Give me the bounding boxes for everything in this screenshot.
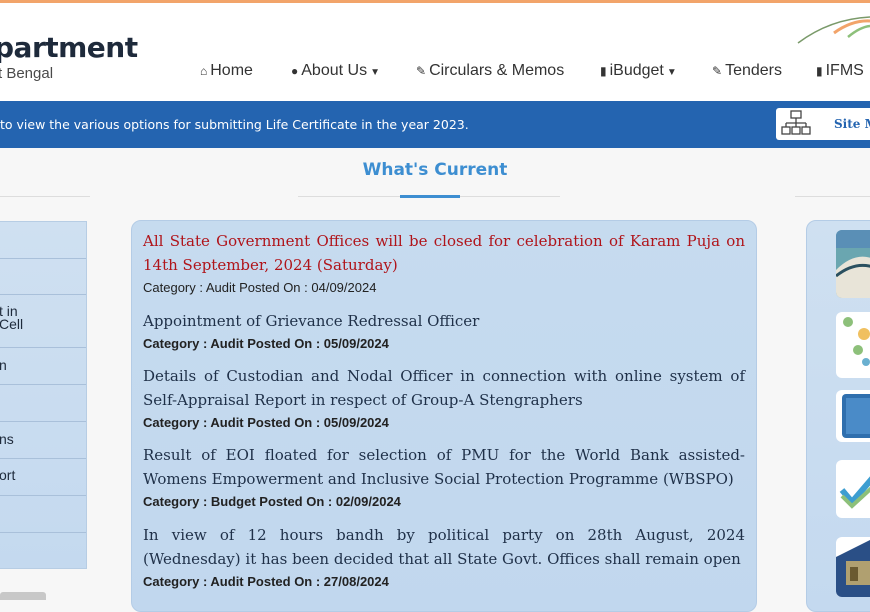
check-logo-thumbnail-icon[interactable] (836, 460, 870, 518)
nav-ifms-label: IFMS (825, 62, 864, 79)
left-menu: t in Cell n ns ort (0, 221, 87, 569)
brand-title[interactable]: partment (0, 31, 138, 64)
site-header: partment t Bengal ⌂ Home ● About Us ▼ ✎ Circ… (0, 3, 870, 101)
nav-tenders-label: Tenders (725, 62, 782, 79)
nav-tenders[interactable]: ✎ Tenders (712, 62, 782, 80)
nav-home[interactable]: ⌂ Home (200, 62, 253, 80)
logo-swoosh-icon (797, 16, 870, 44)
bridge-thumbnail-icon[interactable] (836, 230, 870, 298)
news-meta: Category : Audit Posted On : 04/09/2024 (143, 280, 377, 295)
left-menu-item[interactable] (0, 258, 86, 295)
edit-icon: ✎ (416, 64, 427, 78)
gears-thumbnail-icon[interactable] (836, 312, 870, 378)
divider (795, 196, 870, 197)
nav-ibudget[interactable]: ▮ iBudget ▼ (600, 62, 677, 80)
news-item: Appointment of Grievance Redressal Offic… (143, 309, 745, 351)
caret-down-icon: ▼ (666, 67, 677, 78)
announcement-bar: to view the various options for submitti… (0, 101, 870, 148)
news-item: Details of Custodian and Nodal Officer i… (143, 364, 745, 430)
news-title-link[interactable]: Result of EOI floated for selection of P… (143, 443, 745, 491)
nav-ibudget-label: iBudget (609, 62, 664, 79)
left-menu-item[interactable] (0, 496, 86, 533)
nav-about-us-label: About Us (301, 62, 368, 79)
news-title-link[interactable]: In view of 12 hours bandh by political p… (143, 523, 745, 571)
caret-down-icon: ▼ (370, 67, 380, 78)
news-title-link[interactable]: All State Government Offices will be clo… (143, 229, 745, 277)
nav-circulars[interactable]: ✎ Circulars & Memos (416, 62, 564, 80)
left-menu-item[interactable] (0, 222, 86, 259)
news-item: In view of 12 hours bandh by political p… (143, 523, 745, 589)
nav-home-label: Home (210, 62, 253, 79)
announcement-link[interactable]: to view the various options for submitti… (0, 117, 469, 132)
site-map-label: Site M (834, 117, 870, 131)
section-title-underline (400, 195, 460, 198)
user-icon: ● (291, 64, 299, 78)
left-menu-item[interactable]: ns (0, 422, 86, 459)
news-meta: Category : Budget Posted On : 02/09/2024 (143, 494, 401, 509)
book-icon: ▮ (816, 64, 823, 78)
divider (0, 196, 90, 197)
building-thumbnail-icon[interactable] (836, 537, 870, 597)
nav-about-us[interactable]: ● About Us ▼ (291, 62, 380, 80)
site-map-button[interactable]: Site M (776, 108, 870, 140)
left-menu-item[interactable]: n (0, 348, 86, 385)
edit-icon: ✎ (712, 64, 723, 78)
section-title: What's Current (362, 160, 508, 180)
news-meta: Category : Audit Posted On : 05/09/2024 (143, 415, 389, 430)
news-meta: Category : Audit Posted On : 27/08/2024 (143, 574, 389, 589)
book-thumbnail-icon[interactable] (836, 390, 870, 442)
news-meta: Category : Audit Posted On : 05/09/2024 (143, 336, 389, 351)
left-menu-item[interactable] (0, 385, 86, 422)
news-item: All State Government Offices will be clo… (143, 229, 745, 295)
nav-ifms[interactable]: ▮ IFMS (816, 62, 864, 80)
sitemap-icon (781, 110, 811, 135)
home-icon: ⌂ (200, 64, 208, 78)
nav-circulars-label: Circulars & Memos (429, 62, 565, 79)
news-panel: All State Government Offices will be clo… (131, 220, 757, 612)
news-item: Result of EOI floated for selection of P… (143, 443, 745, 509)
news-title-link[interactable]: Details of Custodian and Nodal Officer i… (143, 364, 745, 412)
news-title-link[interactable]: Appointment of Grievance Redressal Offic… (143, 309, 745, 333)
left-menu-item[interactable]: ort (0, 459, 86, 496)
left-menu-item[interactable]: t in Cell (0, 295, 86, 348)
brand-subtitle: t Bengal (0, 65, 54, 82)
left-menu-item[interactable] (0, 533, 86, 567)
book-icon: ▮ (600, 64, 607, 78)
left-bottom-tab[interactable] (0, 592, 46, 600)
